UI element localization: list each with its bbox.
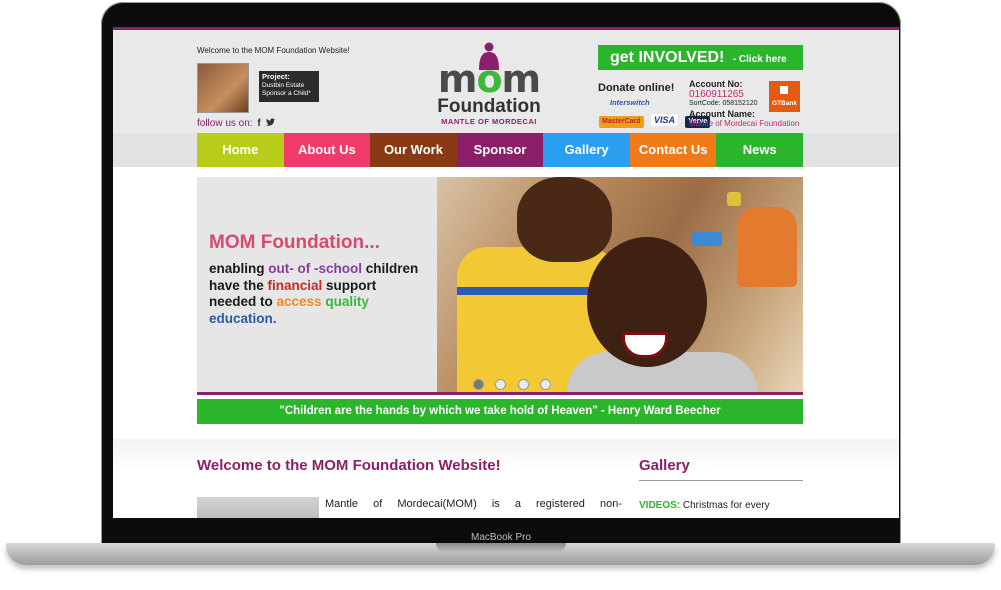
nav-gallery[interactable]: Gallery xyxy=(543,133,630,167)
follow-us: follow us on: f xyxy=(197,118,275,129)
twitter-icon[interactable] xyxy=(265,118,275,129)
slider-dots xyxy=(473,377,558,390)
browser-viewport: Welcome to the MOM Foundation Website! P… xyxy=(113,27,899,518)
account-no: 0160911265 xyxy=(689,89,744,100)
sort-code: SortCode: 058152120 xyxy=(689,100,758,107)
device-label: MacBook Pro xyxy=(470,532,532,543)
slider-dot[interactable] xyxy=(495,379,507,390)
background-child xyxy=(737,207,797,287)
intro-text: Mantle of Mordecai(MOM) is a registered … xyxy=(325,498,622,510)
slider-dot[interactable] xyxy=(473,379,484,390)
click-here-label: - Click here xyxy=(732,54,787,65)
toy-block xyxy=(692,232,722,246)
nav-news[interactable]: News xyxy=(716,133,804,167)
project-line2: Sponsor a Child* xyxy=(262,90,311,97)
account-no-label: Account No: xyxy=(689,79,743,89)
project-title: Project: xyxy=(262,72,290,81)
logo-mom-text: mom xyxy=(437,57,541,101)
hero-title: MOM Foundation... xyxy=(209,232,380,253)
welcome-text: Welcome to the MOM Foundation Website! xyxy=(197,46,350,55)
hero-slider[interactable]: MOM Foundation... enabling out- of -scho… xyxy=(197,177,803,393)
logo-mantle-text: MANTLE OF MORDECAI xyxy=(441,117,537,126)
account-name-label: Account Name: xyxy=(689,109,756,119)
site-header: Welcome to the MOM Foundation Website! P… xyxy=(113,30,899,136)
get-involved-button[interactable]: get INVOLVED! - Click here xyxy=(598,45,803,70)
follow-label: follow us on: xyxy=(197,118,253,129)
slider-dot[interactable] xyxy=(540,379,552,390)
child-photo[interactable] xyxy=(197,63,249,113)
welcome-heading: Welcome to the MOM Foundation Website! xyxy=(197,457,501,474)
hero-tagline: enabling out- of -school children have t… xyxy=(209,261,419,326)
quote-banner: "Children are the hands by which we take… xyxy=(197,399,803,424)
gallery-divider xyxy=(639,480,803,481)
hero-photo xyxy=(437,177,803,393)
nav-band: Home About Us Our Work Sponsor Gallery C… xyxy=(113,133,899,167)
slider-dot[interactable] xyxy=(517,379,529,390)
mom-foundation-logo[interactable]: mom Foundation MANTLE OF MORDECAI xyxy=(431,42,547,126)
logo-foundation-text: Foundation xyxy=(437,96,541,117)
project-line1: Dustbin Estate xyxy=(262,82,305,89)
hero-divider xyxy=(197,392,803,395)
donate-title: Donate online! xyxy=(598,82,675,94)
mastercard-icon: MasterCard xyxy=(599,116,644,128)
nav-our-work[interactable]: Our Work xyxy=(370,133,457,167)
nav-contact-us[interactable]: Contact Us xyxy=(629,133,717,167)
interswitch-logo: Interswitch xyxy=(610,98,650,107)
intro-image xyxy=(197,497,319,518)
nav-about-us[interactable]: About Us xyxy=(283,133,371,167)
account-name: Mantle of Mordecai Foundation xyxy=(689,119,800,128)
videos-link[interactable]: VIDEOS: Christmas for every xyxy=(639,500,770,511)
child-face-left xyxy=(517,177,612,262)
facebook-icon[interactable]: f xyxy=(257,118,260,129)
gtbank-logo: GTBank xyxy=(769,81,800,112)
nav-home[interactable]: Home xyxy=(197,133,284,167)
visa-icon: VISA xyxy=(650,114,678,126)
toy-block xyxy=(727,192,741,206)
laptop-notch xyxy=(436,543,566,552)
involved-label: get INVOLVED! xyxy=(610,49,725,66)
gallery-heading[interactable]: Gallery xyxy=(639,457,690,474)
main-nav: Home About Us Our Work Sponsor Gallery C… xyxy=(197,133,804,167)
nav-sponsor[interactable]: Sponsor xyxy=(456,133,544,167)
project-box[interactable]: Project: Dustbin Estate Sponsor a Child* xyxy=(259,71,319,102)
